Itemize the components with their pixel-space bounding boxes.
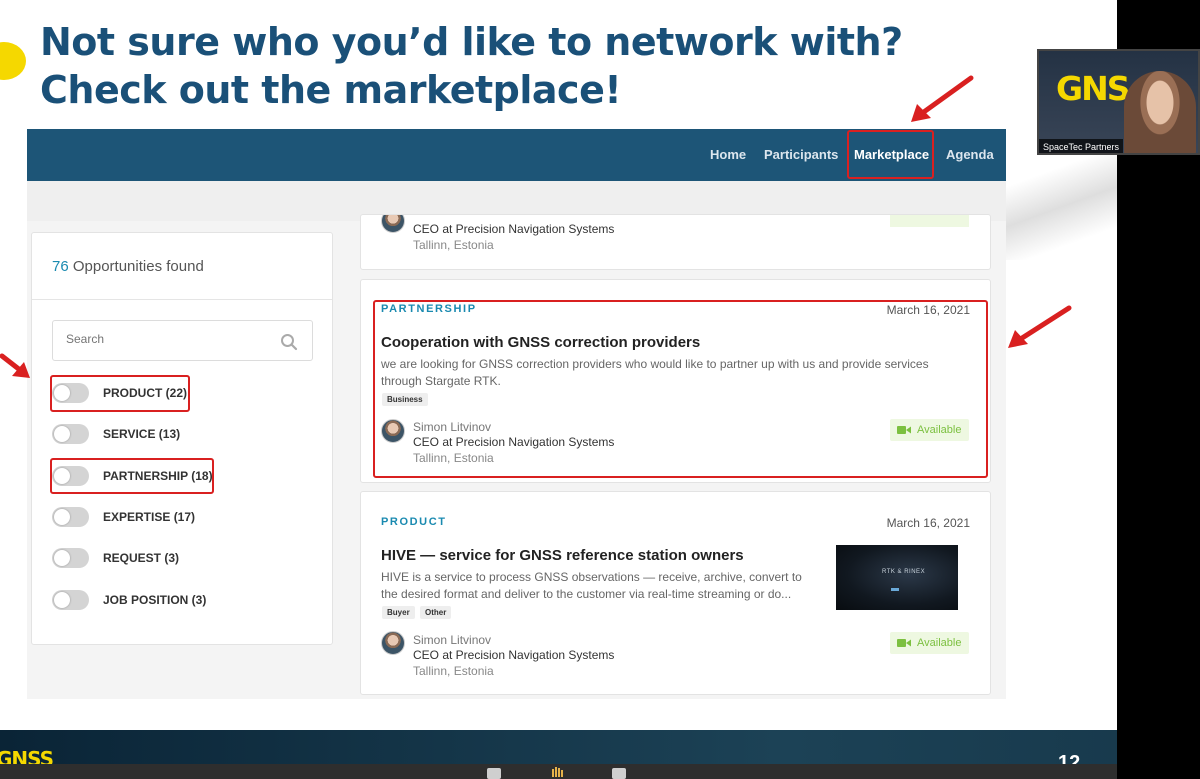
opportunities-count: 76 Opportunities found [52,258,204,275]
search-input[interactable] [66,332,266,346]
person-location: Tallinn, Estonia [413,664,494,678]
opportunity-card-previous[interactable]: CEO at Precision Navigation Systems Tall… [360,214,991,270]
service-toggle[interactable] [52,424,89,444]
heading-line-1: Not sure who you’d like to network with? [40,20,903,64]
opportunity-card-product[interactable]: PRODUCT March 16, 2021 HIVE — service fo… [360,491,991,695]
filter-expertise-label: EXPERTISE (17) [103,510,196,524]
product-highlight-box [50,375,190,412]
person-name[interactable]: Simon Litvinov [413,633,491,647]
red-arrow-icon [0,353,30,378]
card-category: PRODUCT [381,516,447,528]
slide-heading: Not sure who you’d like to network with?… [40,18,940,114]
video-camera-icon [897,639,911,647]
job-position-toggle[interactable] [52,590,89,610]
yellow-dot-decoration [0,42,26,80]
webcam-tile[interactable]: GNS SpaceTec Partners [1037,49,1200,155]
desc-line-1: HIVE is a service to process GNSS observ… [381,570,802,584]
product-thumbnail[interactable]: RTK & RINEX [836,545,958,610]
tag-buyer: Buyer [382,606,415,619]
top-navigation: Home Participants Marketplace Agenda [27,129,1006,181]
speaker-video [1124,71,1196,153]
avatar [381,631,405,655]
availability-badge-partial [890,215,969,227]
filter-service-label: SERVICE (13) [103,427,181,441]
raise-hand-icon[interactable] [550,766,564,779]
tag-other: Other [420,606,452,619]
card-title[interactable]: HIVE — service for GNSS reference statio… [381,547,744,564]
availability-badge: Available [890,632,969,654]
satellite-decoration [1000,140,1117,260]
count-number: 76 [52,258,69,275]
webcam-name-label: SpaceTec Partners [1039,139,1124,153]
red-arrow-icon [911,75,974,122]
avatar [381,215,405,233]
sidebar-divider [32,299,332,300]
request-toggle[interactable] [52,548,89,568]
filter-job-position-label: JOB POSITION (3) [103,593,207,607]
expertise-toggle[interactable] [52,507,89,527]
thumbnail-button [891,588,899,591]
availability-label: Available [917,637,962,649]
card-description: HIVE is a service to process GNSS observ… [381,569,802,603]
search-icon[interactable] [280,333,298,351]
nav-home[interactable]: Home [710,147,746,162]
person-location: Tallinn, Estonia [413,238,494,252]
partnership-card-highlight-box [373,300,988,478]
share-screen-icon[interactable] [612,768,626,779]
red-arrow-icon [1008,305,1072,348]
heading-line-2: Check out the marketplace! [40,68,622,112]
card-date: March 16, 2021 [886,516,970,530]
nav-participants[interactable]: Participants [764,147,838,162]
webcam-logo: GNS [1056,69,1130,108]
marketplace-highlight-box [847,130,934,179]
camera-control-icon[interactable] [487,768,501,779]
nav-agenda[interactable]: Agenda [946,147,994,162]
thumbnail-title: RTK & RINEX [882,569,926,575]
desc-line-2: the desired format and deliver to the cu… [381,587,792,601]
presentation-slide: Not sure who you’d like to network with?… [0,0,1117,779]
person-role: CEO at Precision Navigation Systems [413,222,615,236]
person-role: CEO at Precision Navigation Systems [413,648,615,662]
filter-request-label: REQUEST (3) [103,551,180,565]
filter-sidebar: 76 Opportunities found PRODUCT (22) SERV… [31,232,333,645]
partnership-highlight-box [50,458,214,494]
search-box[interactable] [52,320,313,361]
count-label: Opportunities found [72,258,204,275]
